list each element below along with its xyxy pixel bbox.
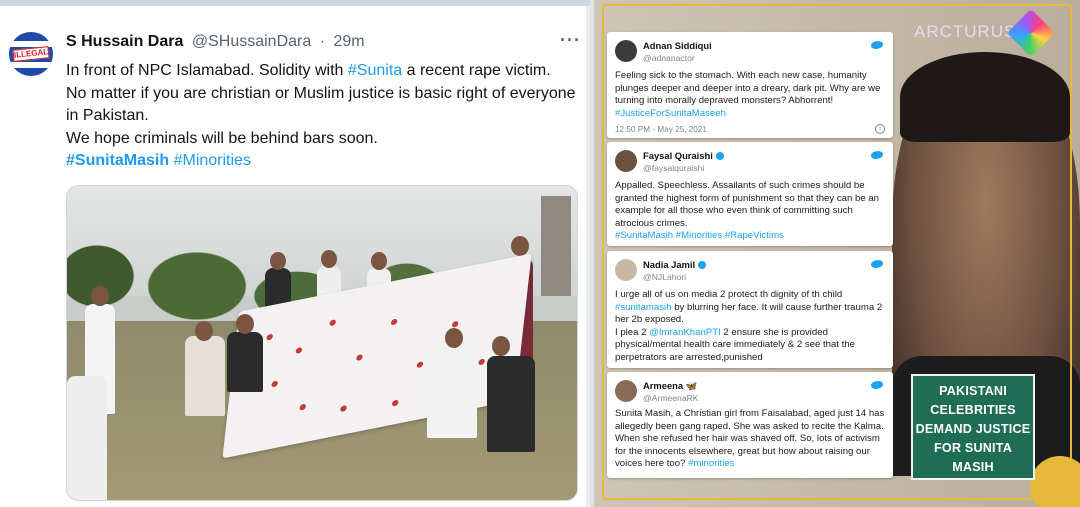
hashtag-link[interactable]: #Sunita [348, 62, 402, 79]
hashtag-link: #sunitamasih [615, 301, 672, 313]
photo-head [91, 286, 109, 306]
card-author-name: Armeena 🦋 [643, 380, 697, 393]
avatar-stripe [9, 62, 53, 68]
card-text-body: I urge all of us on media 2 protect th d… [615, 289, 843, 300]
embedded-tweet-card[interactable]: Adnan Siddiqui @adnanactor Feeling sick … [607, 32, 893, 138]
top-strip [0, 0, 590, 6]
avatar [615, 150, 637, 172]
tweet-line: We hope criminals will be behind bars so… [66, 129, 378, 147]
tweet-text-segment: a recent rape victim. [402, 62, 551, 79]
photo-person [67, 376, 107, 500]
avatar-label: ILLEGAL [12, 46, 50, 62]
card-text-body: I plea 2 [615, 326, 650, 338]
card-text-body: Feeling sick to the stomach. With each n… [615, 70, 881, 107]
avatar [615, 259, 637, 281]
twitter-bird-icon [871, 39, 885, 50]
card-author-name-text: Faysal Quraishi [643, 150, 713, 161]
tweet-line: In front of NPC Islamabad. Solidity with… [66, 60, 576, 83]
card-author-name-text: Armeena [643, 380, 684, 391]
tweet-line: #SunitaMasih #Minorities [66, 150, 576, 173]
card-author-name: Nadia Jamil [643, 259, 707, 272]
photo-head [195, 321, 213, 341]
mention-link: @ImranKhanPTI [649, 326, 721, 338]
author-handle[interactable]: @SHussainDara [192, 33, 311, 50]
embedded-tweet-card[interactable]: Faysal Quraishi @faysalquraishi Appalled… [607, 142, 893, 246]
card-author-name: Faysal Quraishi [643, 150, 724, 163]
card-text: Sunita Masih, a Christian girl from Fais… [615, 408, 887, 471]
photo-head [511, 236, 529, 256]
hashtag-link: #minorities [688, 458, 735, 470]
verified-badge-icon [698, 261, 707, 269]
photo-person [227, 332, 263, 392]
photo-head [445, 328, 463, 348]
photo-building [541, 196, 571, 296]
avatar [615, 380, 637, 402]
card-author-handle: @ArmeenaRK [643, 393, 699, 403]
tweet-text: In front of NPC Islamabad. Solidity with… [66, 60, 576, 173]
card-timestamp: 12:50 PM - May 25, 2021 [615, 125, 707, 134]
embedded-tweet-card[interactable]: Nadia Jamil @NJLahori I urge all of us o… [607, 251, 893, 368]
tweet-photo[interactable] [66, 185, 578, 501]
photo-head [492, 336, 510, 356]
author-name[interactable]: S Hussain Dara [66, 33, 183, 50]
card-author-name: Adnan Siddiqui [643, 40, 712, 51]
brand-wordmark: ARCTURUS [914, 22, 1017, 41]
more-options-icon[interactable]: ··· [560, 30, 581, 51]
card-author-handle: @adnanactor [643, 53, 695, 63]
avatar[interactable]: ILLEGAL [9, 32, 53, 76]
butterfly-icon: 🦋 [685, 380, 698, 391]
tweet-panel: ILLEGAL S Hussain Dara @SHussainDara · 2… [0, 0, 590, 507]
hashtag-link[interactable]: #Minorities [174, 152, 251, 169]
tweet-text-segment: In front of NPC Islamabad. Solidity with [66, 62, 348, 79]
card-text: Appalled. Speechless. Assailants of such… [615, 180, 887, 243]
card-text: Feeling sick to the stomach. With each n… [615, 70, 887, 120]
twitter-bird-icon [871, 379, 885, 390]
info-icon: i [875, 124, 885, 134]
tweet-header: S Hussain Dara @SHussainDara · 29m [66, 33, 365, 53]
twitter-bird-icon [871, 149, 885, 160]
card-author-handle: @NJLahori [643, 272, 687, 282]
photo-head [321, 250, 337, 268]
separator: · [319, 33, 326, 50]
photo-person [427, 346, 477, 438]
headline-caption: PAKISTANI CELEBRITIES DEMAND JUSTICE FOR… [911, 374, 1035, 480]
card-text-body: Appalled. Speechless. Assailants of such… [615, 180, 879, 229]
photo-person [487, 356, 535, 452]
hashtag-link: #SunitaMasih #Minorities #RapeVictims [615, 230, 784, 242]
photo-head [236, 314, 254, 334]
card-author-name-text: Nadia Jamil [643, 259, 696, 270]
photo-head [270, 252, 286, 270]
embedded-tweet-card[interactable]: Armeena 🦋 @ArmeenaRK Sunita Masih, a Chr… [607, 372, 893, 478]
hashtag-link[interactable]: #SunitaMasih [66, 152, 169, 169]
collage-panel: ARCTURUS Adnan Siddiqui @adnanactor Feel… [594, 0, 1080, 507]
card-text: I urge all of us on media 2 protect th d… [615, 289, 887, 365]
hashtag-link: #JusticeForSunitaMaseeh [615, 107, 726, 119]
twitter-bird-icon [871, 258, 885, 269]
tweet-line: No matter if you are christian or Muslim… [66, 84, 576, 125]
card-text-body: Sunita Masih, a Christian girl from Fais… [615, 408, 885, 470]
tweet-time[interactable]: 29m [333, 33, 364, 50]
photo-head [371, 252, 387, 270]
verified-badge-icon [715, 152, 724, 160]
avatar [615, 40, 637, 62]
photo-person [185, 336, 225, 416]
card-author-handle: @faysalquraishi [643, 163, 705, 173]
